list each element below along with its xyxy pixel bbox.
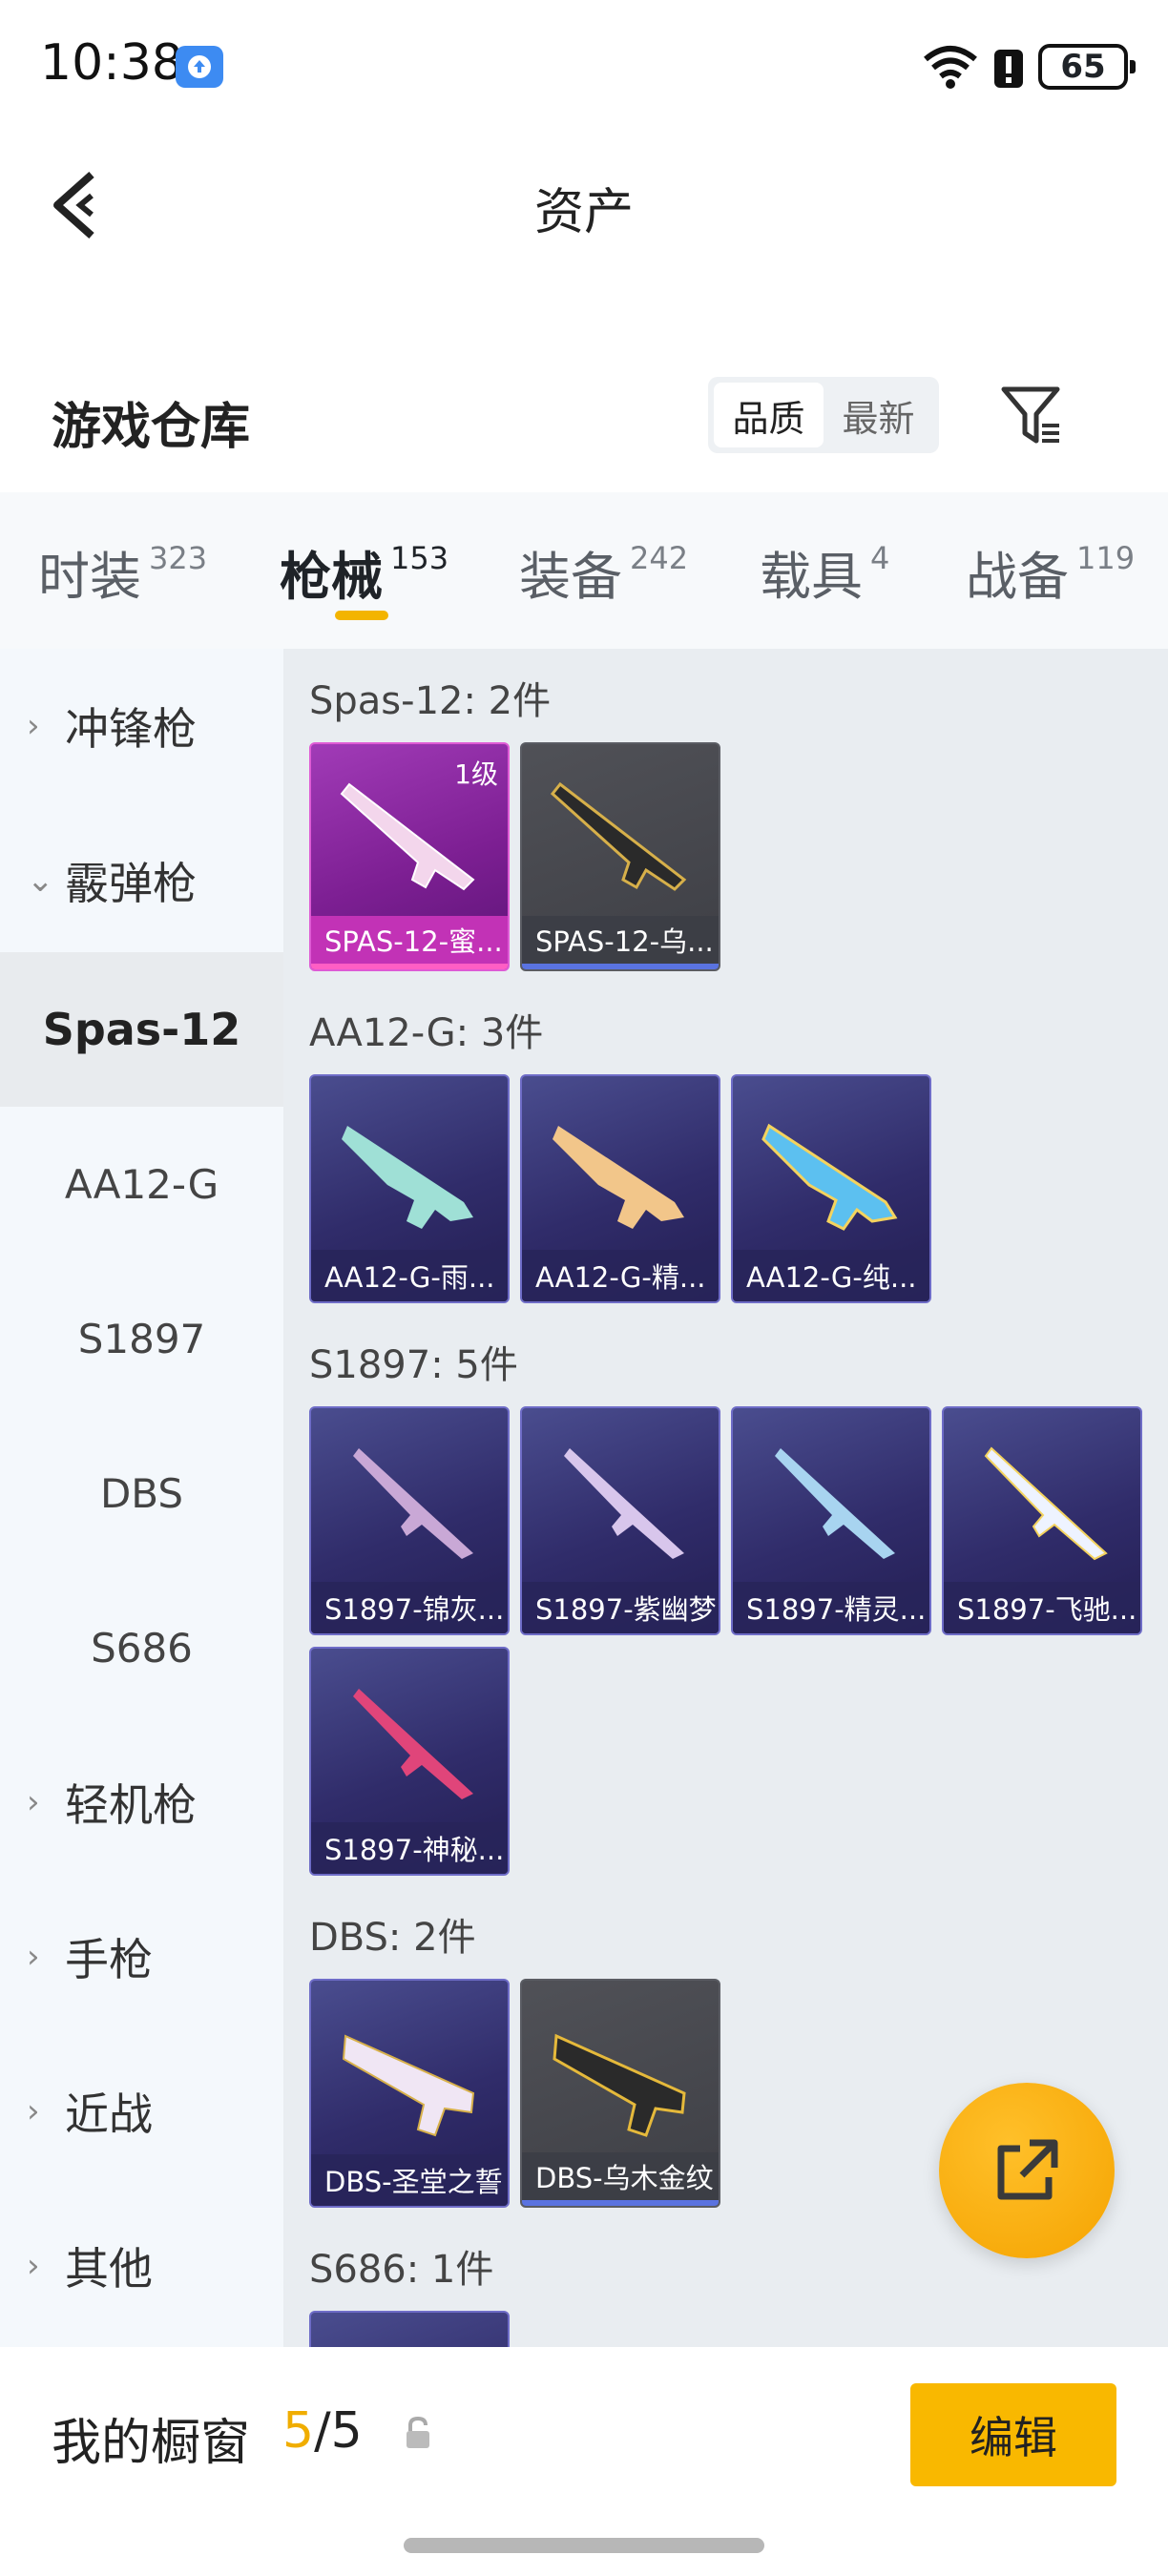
item-card[interactable]: AA12-G-雨... <box>309 1074 510 1303</box>
showcase-label: 我的橱窗 <box>52 2415 251 2472</box>
sidebar-item-s686[interactable]: S686 <box>0 1570 283 1725</box>
showcase-separator: / <box>314 2402 331 2460</box>
item-name: AA12-G-精... <box>522 1250 719 1301</box>
showcase-current: 5 <box>282 2402 315 2460</box>
tab-firearms[interactable]: 枪械 153 <box>280 534 448 610</box>
sort-quality-button[interactable]: 品质 <box>714 383 824 447</box>
item-name: DBS-圣堂之誓 <box>311 2154 508 2206</box>
shotgun-icon <box>553 2033 686 2137</box>
status-indicators: 65 <box>922 38 1136 95</box>
item-card[interactable]: AA12-G-纯... <box>731 1074 931 1303</box>
shotgun-icon <box>984 1446 1108 1561</box>
sidebar-item-aa12g[interactable]: AA12-G <box>0 1107 283 1261</box>
shotgun-icon <box>353 1689 473 1799</box>
sidebar-group-smg[interactable]: › 冲锋枪 <box>0 649 283 803</box>
battery-icon: 65 <box>1038 44 1136 90</box>
battery-level: 65 <box>1060 48 1106 86</box>
rifle-icon <box>761 1123 898 1231</box>
rifle-icon <box>553 1126 684 1229</box>
filter-icon[interactable] <box>998 382 1065 448</box>
item-card[interactable]: DBS-乌木金纹 <box>520 1979 720 2208</box>
level-badge: 1级 <box>454 758 498 790</box>
chevron-right-icon: › <box>27 2092 40 2130</box>
sidebar-group-pistol[interactable]: › 手枪 <box>0 1880 283 2034</box>
sort-toggle: 品质 最新 <box>708 377 939 453</box>
item-card[interactable]: 1级 SPAS-12-蜜... <box>309 742 510 971</box>
rifle-icon <box>342 1126 473 1229</box>
status-time: 10:38 <box>40 34 183 92</box>
sort-newest-button[interactable]: 最新 <box>824 383 933 447</box>
item-name: SPAS-12-乌... <box>522 916 719 969</box>
page-title: 资产 <box>533 184 634 241</box>
item-name: AA12-G-纯... <box>733 1250 929 1301</box>
share-icon <box>997 2139 1058 2200</box>
share-button[interactable] <box>939 2083 1115 2258</box>
alert-icon <box>994 50 1023 88</box>
shotgun-icon <box>775 1448 895 1559</box>
item-name: S1897-紫幽梦 <box>522 1582 719 1633</box>
sidebar-group-melee[interactable]: › 近战 <box>0 2034 283 2189</box>
weapon-type-sidebar: › 冲锋枪 ⌄ 霰弹枪 Spas-12 AA12-G S1897 DBS S686 … <box>0 649 283 2347</box>
tab-fashion[interactable]: 时装 323 <box>38 534 207 610</box>
showcase-total: 5 <box>330 2402 363 2460</box>
sidebar-item-dbs[interactable]: DBS <box>0 1416 283 1570</box>
section-title: 游戏仓库 <box>52 399 251 456</box>
item-card[interactable]: DBS-圣堂之誓 <box>309 1979 510 2208</box>
wifi-icon <box>924 46 977 89</box>
group-title-dbs: DBS: 2件 <box>309 1916 476 1960</box>
item-card[interactable]: SPAS-12-乌... <box>520 742 720 971</box>
chevron-right-icon: › <box>27 707 40 745</box>
lock-icon <box>407 2416 429 2448</box>
item-name: AA12-G-雨... <box>311 1250 508 1301</box>
showcase-count: 5/5 <box>282 2402 363 2460</box>
tab-equipment[interactable]: 装备 242 <box>519 534 688 610</box>
item-name: S1897-锦灰... <box>311 1582 508 1633</box>
item-name: SPAS-12-蜜... <box>311 916 508 969</box>
edit-button[interactable]: 编辑 <box>910 2383 1116 2486</box>
item-card[interactable]: S1897-精灵... <box>731 1406 931 1635</box>
shotgun-icon <box>550 781 687 891</box>
sidebar-group-other[interactable]: › 其他 <box>0 2189 283 2343</box>
shotgun-icon <box>342 2034 475 2137</box>
chevron-right-icon: › <box>27 1938 40 1976</box>
item-name: S1897-飞驰... <box>944 1582 1140 1633</box>
upload-app-icon <box>176 46 223 88</box>
sidebar-group-shotgun[interactable]: ⌄ 霰弹枪 <box>0 803 283 958</box>
item-card[interactable]: AA12-G-精... <box>520 1074 720 1303</box>
home-indicator[interactable] <box>404 2538 764 2553</box>
active-tab-indicator <box>335 611 388 620</box>
item-card[interactable] <box>309 2311 510 2347</box>
tab-vehicles[interactable]: 载具 4 <box>760 534 889 610</box>
chevron-right-icon: › <box>27 1783 40 1821</box>
item-card[interactable]: S1897-锦灰... <box>309 1406 510 1635</box>
item-card[interactable]: S1897-紫幽梦 <box>520 1406 720 1635</box>
item-name: DBS-乌木金纹 <box>522 2152 719 2206</box>
tab-supplies[interactable]: 战备 119 <box>966 534 1135 610</box>
group-title-s1897: S1897: 5件 <box>309 1343 518 1387</box>
chevron-down-icon: ⌄ <box>27 862 54 900</box>
sidebar-item-spas12[interactable]: Spas-12 <box>0 952 283 1107</box>
item-name: S1897-神秘... <box>311 1822 508 1874</box>
group-title-s686: S686: 1件 <box>309 2248 494 2292</box>
item-card[interactable]: S1897-神秘... <box>309 1647 510 1876</box>
group-title-aa12g: AA12-G: 3件 <box>309 1011 544 1055</box>
group-title-spas12: Spas-12: 2件 <box>309 679 552 723</box>
sidebar-item-s1897[interactable]: S1897 <box>0 1261 283 1416</box>
item-name: S1897-精灵... <box>733 1582 929 1633</box>
shotgun-icon <box>564 1448 684 1559</box>
chevron-right-icon: › <box>27 2247 40 2285</box>
item-card[interactable]: S1897-飞驰... <box>942 1406 1142 1635</box>
sidebar-group-lmg[interactable]: › 轻机枪 <box>0 1725 283 1880</box>
shotgun-icon <box>353 1448 473 1559</box>
